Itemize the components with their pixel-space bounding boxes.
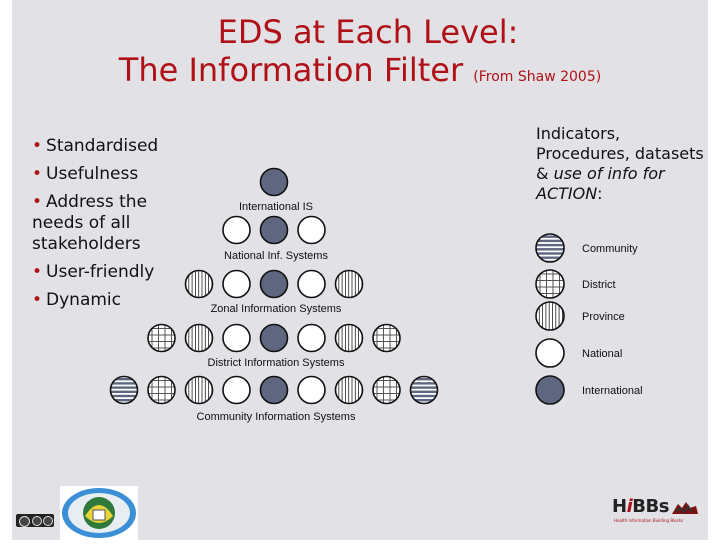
emblem-logo (60, 486, 138, 540)
legend-label: District (582, 279, 616, 291)
national-circle (222, 375, 251, 405)
province-circle (184, 375, 214, 405)
pyramid: International IS National Inf. Systems Zon… (109, 167, 439, 423)
national-circle (222, 323, 251, 353)
community-circle (409, 375, 439, 405)
hibbs-blocks-icon (672, 502, 698, 514)
province-circle (334, 375, 364, 405)
legend-item-national: National (535, 338, 622, 368)
legend-label: Province (582, 311, 625, 323)
legend-item-community: Community (535, 233, 638, 263)
international-circle (259, 323, 289, 353)
district-circle (535, 269, 565, 299)
row-label: Community Information Systems (197, 411, 356, 423)
legend-item-district: District (535, 269, 616, 299)
national-circle (297, 323, 326, 353)
creative-commons-icon (16, 514, 54, 527)
province-circle (184, 269, 214, 299)
legend-label: National (582, 348, 622, 360)
district-circle (147, 375, 176, 405)
legend-item-international: International (535, 375, 643, 405)
legend-label: International (582, 385, 643, 397)
national-circle (222, 215, 251, 245)
information-filter-diagram: International IS National Inf. Systems Zon… (109, 167, 643, 423)
hibbs-brand: HiBBs (612, 496, 669, 517)
legend: Community District Province National Interna… (535, 233, 643, 405)
district-circle (372, 323, 401, 353)
row-label: District Information Systems (208, 357, 345, 369)
hibbs-logo: HiBBs Health Information Building Blocks (612, 496, 702, 526)
province-circle (535, 301, 565, 331)
row-label: International IS (239, 201, 313, 213)
province-circle (184, 323, 214, 353)
national-circle (535, 338, 565, 368)
legend-label: Community (582, 243, 638, 255)
international-circle (535, 375, 565, 405)
national-circle (297, 375, 326, 405)
district-circle (147, 323, 176, 353)
community-circle (109, 375, 139, 405)
row-label: Zonal Information Systems (211, 303, 342, 315)
province-circle (334, 323, 364, 353)
district-circle (372, 375, 401, 405)
legend-item-province: Province (535, 301, 625, 331)
row-label: National Inf. Systems (224, 250, 328, 262)
international-circle (259, 215, 289, 245)
national-circle (222, 269, 251, 299)
international-circle (259, 269, 289, 299)
national-circle (297, 215, 326, 245)
national-circle (297, 269, 326, 299)
hibbs-subtitle: Health Information Building Blocks (614, 518, 684, 523)
province-circle (334, 269, 364, 299)
international-circle (259, 375, 289, 405)
community-circle (535, 233, 565, 263)
international-circle (259, 167, 289, 197)
